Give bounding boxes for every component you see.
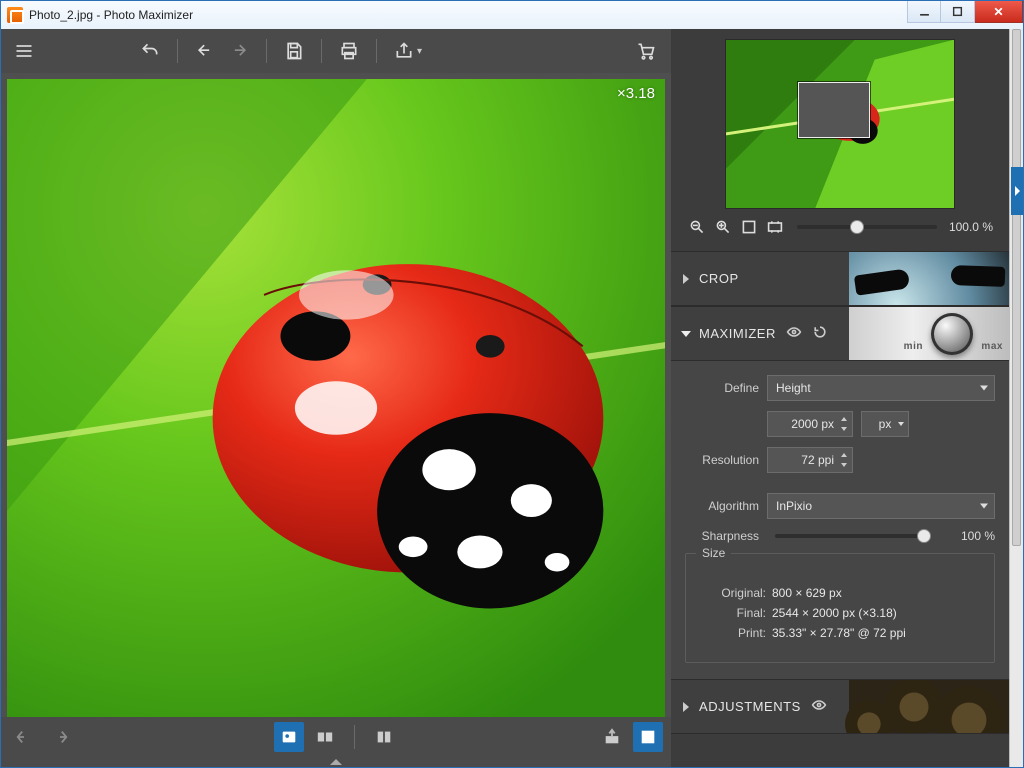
filmstrip-toggle[interactable] (1, 757, 671, 767)
view-single-button[interactable] (274, 722, 304, 752)
define-label: Define (685, 381, 759, 395)
spin-down-icon[interactable] (838, 424, 850, 434)
final-value: 2544 × 2000 px (×3.18) (772, 606, 897, 620)
bottom-toolbar (1, 717, 671, 757)
sharpness-label: Sharpness (685, 529, 759, 543)
panel-flyout-tab[interactable] (1011, 167, 1023, 215)
chevron-down-icon: ▾ (417, 46, 422, 57)
size-legend: Size (696, 546, 731, 560)
adjustments-panel: ADJUSTMENTS (671, 679, 1009, 734)
spin-up-icon[interactable] (838, 450, 850, 460)
print-value: 35.33" × 27.78" @ 72 ppi (772, 626, 906, 640)
window-title: Photo_2.jpg - Photo Maximizer (29, 8, 193, 22)
view-split-button[interactable] (369, 722, 399, 752)
chevron-down-icon (681, 331, 691, 337)
crop-panel: CROP (671, 251, 1009, 306)
photo-preview (7, 79, 665, 717)
adjustments-title: ADJUSTMENTS (699, 699, 801, 714)
zoom-in-button[interactable] (713, 217, 733, 237)
maximizer-header-art: min max (849, 307, 1009, 360)
next-image-button[interactable] (45, 722, 75, 752)
save-button[interactable] (279, 36, 309, 66)
close-button[interactable] (975, 1, 1023, 23)
window-buttons (907, 1, 1023, 23)
titlebar[interactable]: Photo_2.jpg - Photo Maximizer (1, 1, 1023, 29)
maximizer-body: Define Height 2000 px px Resolution 72 p… (671, 361, 1009, 679)
knob-max-label: max (981, 341, 1003, 352)
size-input[interactable]: 2000 px (767, 411, 853, 437)
sharpness-slider[interactable] (775, 534, 931, 538)
apply-button[interactable] (633, 722, 663, 752)
zoom-percent: 100.0 % (949, 220, 993, 234)
view-compare-button[interactable] (310, 722, 340, 752)
chevron-right-icon (683, 702, 689, 712)
zoom-label: ×3.18 (617, 85, 655, 102)
navigator-viewport[interactable] (798, 82, 870, 138)
chevron-right-icon (683, 274, 689, 284)
adjustments-header-art (849, 680, 1009, 733)
separator (321, 39, 322, 63)
main-toolbar: ▾ (1, 29, 671, 73)
image-canvas[interactable]: ×3.18 (7, 79, 665, 717)
cart-button[interactable] (631, 36, 661, 66)
unit-value: px (879, 417, 892, 431)
size-group: Size Original:800 × 629 px Final:2544 × … (685, 553, 995, 663)
spin-up-icon[interactable] (838, 414, 850, 424)
crop-title: CROP (699, 271, 739, 286)
navigator-thumbnail[interactable] (725, 39, 955, 209)
undo-button[interactable] (190, 36, 220, 66)
define-select[interactable]: Height (767, 375, 995, 401)
adjustments-header[interactable]: ADJUSTMENTS (671, 680, 1009, 734)
separator (177, 39, 178, 63)
editor-pane: ▾ (1, 29, 671, 767)
separator (266, 39, 267, 63)
resolution-value: 72 ppi (801, 453, 834, 467)
separator (354, 725, 355, 749)
export-button[interactable] (597, 722, 627, 752)
undo-all-button[interactable] (135, 36, 165, 66)
actual-size-button[interactable] (765, 217, 785, 237)
print-label: Print: (700, 626, 766, 640)
zoom-out-button[interactable] (687, 217, 707, 237)
zoom-slider[interactable] (797, 225, 937, 229)
maximizer-header[interactable]: MAXIMIZER min max (671, 307, 1009, 361)
menu-button[interactable] (11, 36, 37, 66)
crop-header[interactable]: CROP (671, 252, 1009, 306)
final-label: Final: (700, 606, 766, 620)
original-value: 800 × 629 px (772, 586, 842, 600)
app-icon (7, 7, 23, 23)
minimize-button[interactable] (907, 1, 941, 23)
reset-icon[interactable] (812, 324, 828, 343)
app-window: Photo_2.jpg - Photo Maximizer (0, 0, 1024, 768)
panel-scrollbar[interactable] (1009, 29, 1023, 767)
algorithm-select[interactable]: InPixio (767, 493, 995, 519)
maximizer-panel: MAXIMIZER min max Define Height (671, 306, 1009, 679)
crop-header-art (849, 252, 1009, 305)
resolution-label: Resolution (685, 453, 759, 467)
resolution-input[interactable]: 72 ppi (767, 447, 853, 473)
spin-down-icon[interactable] (838, 460, 850, 470)
maximize-button[interactable] (941, 1, 975, 23)
navigator: 100.0 % (671, 29, 1009, 251)
algorithm-value: InPixio (776, 499, 812, 513)
unit-select[interactable]: px (861, 411, 909, 437)
visibility-toggle-icon[interactable] (811, 697, 827, 716)
redo-button[interactable] (224, 36, 254, 66)
algorithm-label: Algorithm (685, 499, 759, 513)
size-value: 2000 px (791, 417, 834, 431)
define-value: Height (776, 381, 811, 395)
original-label: Original: (700, 586, 766, 600)
side-panel: 100.0 % CROP MAXIMIZER (671, 29, 1023, 767)
prev-image-button[interactable] (9, 722, 39, 752)
maximizer-title: MAXIMIZER (699, 326, 776, 341)
sharpness-value: 100 % (947, 529, 995, 543)
share-button[interactable] (389, 36, 419, 66)
print-button[interactable] (334, 36, 364, 66)
separator (376, 39, 377, 63)
visibility-toggle-icon[interactable] (786, 324, 802, 343)
fit-screen-button[interactable] (739, 217, 759, 237)
knob-min-label: min (904, 341, 923, 352)
